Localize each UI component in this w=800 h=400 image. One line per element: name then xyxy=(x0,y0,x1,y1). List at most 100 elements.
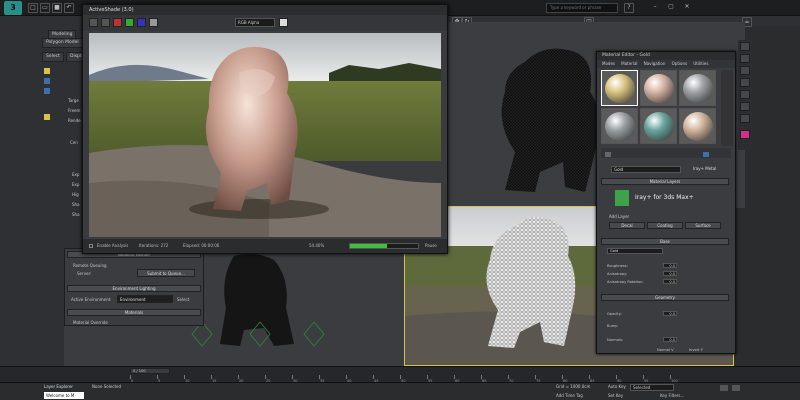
open-icon[interactable]: ▭ xyxy=(40,3,50,13)
minimize-icon[interactable]: – xyxy=(650,3,660,13)
menu-utilities[interactable]: Utilities xyxy=(693,61,708,66)
material-name-field[interactable]: Gold xyxy=(611,166,681,173)
elapsed-readout: Elapsed: 00:00:06 xyxy=(183,243,220,248)
menu-modes[interactable]: Modes xyxy=(602,61,615,66)
menu-navigation[interactable]: Navigation xyxy=(644,61,666,66)
normal-v-label: Normal V xyxy=(657,348,674,352)
tool-icon[interactable] xyxy=(740,102,750,111)
active-environment-label: Active Environment: xyxy=(71,297,112,302)
slot-side-toolbar xyxy=(721,70,733,146)
maxscript-listener[interactable]: Welcome to M xyxy=(44,392,84,399)
search-input[interactable]: Type a keyword or phrase xyxy=(546,3,618,13)
close-icon[interactable]: ✕ xyxy=(682,3,692,13)
copy-image-icon[interactable] xyxy=(101,18,110,27)
active-environment-select[interactable]: Environment xyxy=(117,295,173,303)
blue-channel-icon[interactable] xyxy=(137,18,146,27)
material-slot[interactable] xyxy=(601,108,638,144)
show-in-viewport-icon[interactable] xyxy=(703,152,709,157)
maximize-icon[interactable]: ▢ xyxy=(666,3,676,13)
tool-icon[interactable] xyxy=(740,54,750,63)
menu-material[interactable]: Material xyxy=(621,61,637,66)
scene-item-marker xyxy=(44,114,50,120)
panel-label: Hig xyxy=(72,192,79,197)
render-progress-bar xyxy=(349,243,419,249)
sub-tab-select[interactable]: Select xyxy=(42,52,64,62)
app-window: 3 □ ▭ ■ ↶ Type a keyword or phrase ? – ▢… xyxy=(0,0,800,400)
render-progress-fill xyxy=(350,244,387,248)
tool-icon[interactable] xyxy=(740,42,750,51)
menu-options[interactable]: Options xyxy=(672,61,687,66)
material-slot[interactable] xyxy=(679,70,716,106)
material-editor-menu: Modes Material Navigation Options Utilit… xyxy=(597,60,735,68)
normals-value[interactable]: 0.0 xyxy=(663,337,677,342)
iray-brand-text: Iray+ for 3ds Max+ xyxy=(635,194,694,201)
tool-icon[interactable] xyxy=(740,66,750,75)
activeshade-window: ActiveShade (3.0) RGB Alpha Enable Analy… xyxy=(82,4,448,254)
play-icon[interactable] xyxy=(720,385,728,391)
material-editor: Material Editor - Gold Modes Material Na… xyxy=(596,51,736,354)
auto-key-label[interactable]: Auto Key xyxy=(608,384,626,389)
key-filters-button[interactable]: Key Filters... xyxy=(660,393,684,398)
panel-label: Sha xyxy=(72,202,80,207)
sample-slots xyxy=(601,70,719,146)
opacity-value[interactable]: 0.0 xyxy=(663,311,677,316)
enable-analysis-checkbox[interactable] xyxy=(89,244,93,248)
timeline[interactable]: 0 / 100 0 5 10 15 20 25 30 35 40 45 50 55 60 65 70 75 80… xyxy=(0,366,800,383)
material-sphere xyxy=(605,74,635,103)
grid-readout: Grid = 1000.0cm xyxy=(556,384,591,389)
material-color-swatch[interactable] xyxy=(740,130,750,139)
material-slot[interactable] xyxy=(640,108,677,144)
render-window-title[interactable]: ActiveShade (3.0) xyxy=(83,5,447,15)
help-icon[interactable]: ? xyxy=(624,3,634,13)
tool-icon[interactable] xyxy=(740,90,750,99)
submit-to-queue-button[interactable]: Submit to Queue... xyxy=(137,269,195,277)
time-slider[interactable]: 0 / 100 xyxy=(130,368,170,374)
app-logo[interactable]: 3 xyxy=(4,1,22,15)
right-toolbar xyxy=(738,40,752,150)
undo-icon[interactable]: ↶ xyxy=(64,3,74,13)
material-sphere xyxy=(644,112,674,141)
rollup-geometry[interactable]: Geometry xyxy=(601,294,729,301)
key-mode-select[interactable]: Selected xyxy=(630,384,674,391)
display-channel-select[interactable]: RGB Alpha xyxy=(235,18,275,27)
scene-item-marker xyxy=(44,88,50,94)
alpha-channel-icon[interactable] xyxy=(149,18,158,27)
tool-icon[interactable] xyxy=(740,114,750,123)
rollup-environment-lighting[interactable]: Environment Lighting xyxy=(67,285,201,292)
save-icon[interactable]: ■ xyxy=(52,3,62,13)
surface-button[interactable]: Surface xyxy=(685,222,721,229)
ribbon-tab-polygon[interactable]: Polygon Model xyxy=(42,38,83,48)
anisotropy-rotation-value[interactable]: 0.0 xyxy=(663,279,677,284)
new-icon[interactable]: □ xyxy=(28,3,38,13)
base-preset-select[interactable]: Gold xyxy=(607,248,663,254)
decal-button[interactable]: Decal xyxy=(609,222,645,229)
material-type-button[interactable]: Iray+ Metal xyxy=(693,166,716,171)
rendered-image xyxy=(89,33,441,237)
coating-button[interactable]: Coating xyxy=(647,222,683,229)
set-key-label[interactable]: Set Key xyxy=(608,393,623,398)
anisotropy-value[interactable]: 0.0 xyxy=(663,271,677,276)
save-image-icon[interactable] xyxy=(89,18,98,27)
next-frame-icon[interactable] xyxy=(732,385,740,391)
red-channel-icon[interactable] xyxy=(113,18,122,27)
material-slot[interactable] xyxy=(640,70,677,106)
rollup-base[interactable]: Base xyxy=(601,238,729,245)
material-editor-title[interactable]: Material Editor - Gold xyxy=(597,52,735,60)
green-channel-icon[interactable] xyxy=(125,18,134,27)
color-swatch[interactable] xyxy=(279,18,288,27)
rollup-materials[interactable]: Materials xyxy=(67,309,201,316)
select-button[interactable]: Select xyxy=(177,297,189,302)
material-slot[interactable] xyxy=(601,70,638,106)
render-output xyxy=(89,33,441,237)
material-slot[interactable] xyxy=(679,108,716,144)
rollup-material-layers[interactable]: Material Layers xyxy=(601,178,729,185)
roughness-value[interactable]: 0.0 xyxy=(663,263,677,268)
add-time-tag[interactable]: Add Time Tag xyxy=(556,393,583,398)
panel-label: Cen xyxy=(70,140,78,145)
panel-label: Targe xyxy=(68,98,79,103)
add-layer-label: Add Layer xyxy=(609,214,630,219)
material-toolbar xyxy=(601,148,731,158)
tool-icon[interactable] xyxy=(740,78,750,87)
get-material-icon[interactable] xyxy=(605,152,611,157)
pause-button[interactable]: Pause xyxy=(425,239,437,253)
